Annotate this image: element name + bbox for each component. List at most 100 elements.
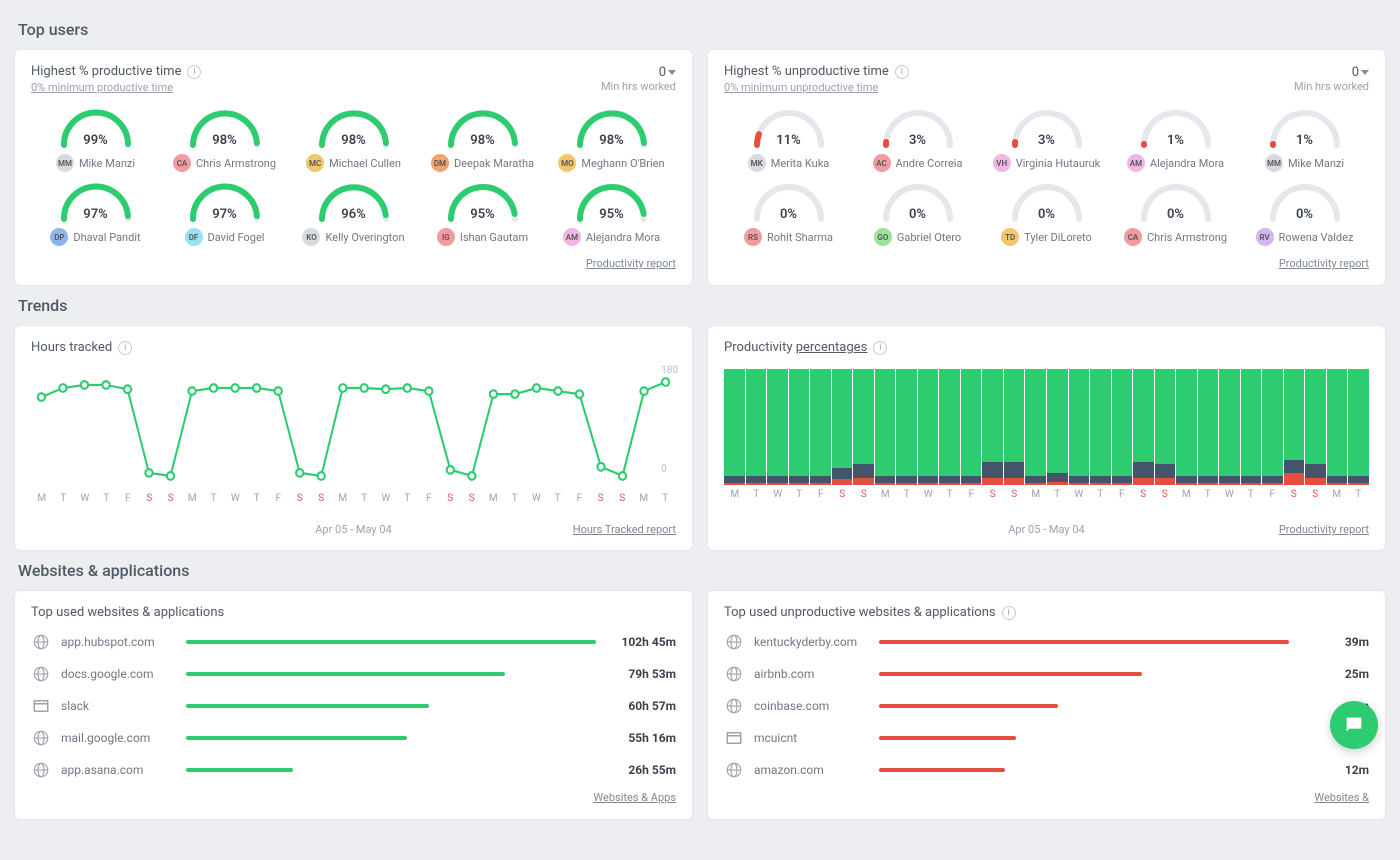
app-row[interactable]: docs.google.com 79h 53m [31,664,676,684]
gauge-percent: 0% [1010,207,1084,222]
gauge-user[interactable]: RV Rowena Valdez [1256,228,1354,246]
gauge: 11% [752,108,826,148]
day-tick: T [746,489,768,500]
day-tick: M [1025,489,1047,500]
hours-tracked-report-link[interactable]: Hours Tracked report [573,523,676,536]
gauge-cell: 97% DP Dhaval Pandit [31,182,160,246]
globe-icon [31,632,51,652]
gauge-user[interactable]: CA Chris Armstrong [1124,228,1227,246]
gauge: 97% [188,182,262,222]
gauge: 0% [1139,182,1213,222]
gauge-user[interactable]: GO Gabriel Otero [874,228,961,246]
app-name: airbnb.com [754,667,869,681]
gauge-user[interactable]: KO Kelly Overington [302,228,404,246]
min-hours-dropdown[interactable]: 0 [659,65,676,80]
stacked-column [1069,369,1090,485]
user-name: Rowena Valdez [1279,231,1354,244]
app-row[interactable]: amazon.com 12m [724,760,1369,780]
gauge-cell: 1% AM Alejandra Mora [1111,108,1240,172]
stacked-column [939,369,960,485]
gauge-user[interactable]: MK Merita Kuka [748,154,830,172]
gauge-user[interactable]: CA Chris Armstrong [173,154,276,172]
gauge-user[interactable]: RS Rohit Sharma [744,228,833,246]
card-hours-tracked: Hours tracked i 180 0 MTWTFSSMTWTFSSMTWT… [14,325,693,551]
app-row[interactable]: airbnb.com 25m [724,664,1369,684]
user-name: David Fogel [208,231,265,244]
gauge-user[interactable]: AM Alejandra Mora [563,228,660,246]
gauge-user[interactable]: DP Dhaval Pandit [50,228,140,246]
gauge-user[interactable]: VH Virginia Hutauruk [993,154,1101,172]
day-tick: S [1133,489,1155,500]
gauge-percent: 3% [1010,133,1084,148]
gauge-user[interactable]: DM Deepak Maratha [431,154,534,172]
avatar: DM [431,154,449,172]
avatar: RS [744,228,762,246]
card-title: Top used unproductive websites & applica… [724,605,996,620]
gauge-user[interactable]: MO Meghann O'Brien [558,154,664,172]
chat-fab[interactable] [1330,701,1378,749]
app-time: 79h 53m [606,667,676,681]
app-row[interactable]: app.asana.com 26h 55m [31,760,676,780]
x-axis-days: MTWTFSSMTWTFSSMTWTFSSMTWTFSSMT [31,493,676,504]
day-tick: T [789,489,811,500]
day-tick: F [569,493,591,504]
app-row[interactable]: kentuckyderby.com 39m [724,632,1369,652]
card-title: Highest % unproductive time [724,64,889,79]
stacked-column [724,369,745,485]
stacked-column [875,369,896,485]
app-name: slack [61,699,176,713]
gauge-cell: 95% AM Alejandra Mora [547,182,676,246]
gauge-cell: 0% GO Gabriel Otero [853,182,982,246]
day-tick: T [1047,489,1069,500]
gauge-user[interactable]: MM Mike Manzi [56,154,135,172]
app-name: mcuicnt [754,731,869,745]
stacked-column [767,369,788,485]
info-icon[interactable]: i [895,65,909,79]
info-icon[interactable]: i [1002,606,1016,620]
gauge: 1% [1268,108,1342,148]
productivity-report-link[interactable]: Productivity report [1279,257,1369,270]
min-hrs-label: Min hrs worked [601,80,676,93]
apps-list: app.hubspot.com 102h 45m docs.google.com… [31,632,676,780]
app-row[interactable]: mail.google.com 55h 16m [31,728,676,748]
stacked-column [918,369,939,485]
gauge-percent: 95% [446,207,520,222]
gauge-percent: 97% [59,207,133,222]
gauge-user[interactable]: TD Tyler DiLoreto [1001,228,1092,246]
app-row[interactable]: slack 60h 57m [31,696,676,716]
gauge-user[interactable]: IG Ishan Gautam [437,228,528,246]
app-row[interactable]: app.hubspot.com 102h 45m [31,632,676,652]
app-row[interactable]: coinbase.com 17m [724,696,1369,716]
gauge-user[interactable]: MC Michael Cullen [306,154,401,172]
app-row[interactable]: mcuicnt 13m [724,728,1369,748]
productivity-report-link[interactable]: Productivity report [1279,523,1369,536]
info-icon[interactable]: i [118,341,132,355]
gauge-user[interactable]: AC Andre Correia [873,154,963,172]
gauge-cell: 99% MM Mike Manzi [31,108,160,172]
app-bar [879,704,1289,708]
stacked-column [1112,369,1133,485]
min-productive-link[interactable]: 0% minimum productive time [31,81,201,94]
user-name: Merita Kuka [771,157,830,170]
app-time: 55h 16m [606,731,676,745]
user-name: Gabriel Otero [897,231,961,244]
info-icon[interactable]: i [873,341,887,355]
user-name: Chris Armstrong [1147,231,1227,244]
gauge-user[interactable]: MM Mike Manzi [1265,154,1344,172]
day-tick: T [896,489,918,500]
min-unproductive-link[interactable]: 0% minimum unproductive time [724,81,909,94]
websites-apps-link[interactable]: Websites & [1314,791,1369,804]
productivity-report-link[interactable]: Productivity report [586,257,676,270]
websites-apps-link[interactable]: Websites & Apps [593,791,676,804]
avatar: AM [563,228,581,246]
app-name: kentuckyderby.com [754,635,869,649]
gauge-user[interactable]: DF David Fogel [185,228,265,246]
avatar: MK [748,154,766,172]
gauge-cell: 3% AC Andre Correia [853,108,982,172]
app-bar [186,672,596,676]
gauge: 98% [188,108,262,148]
info-icon[interactable]: i [187,65,201,79]
min-hours-dropdown[interactable]: 0 [1352,65,1369,80]
gauge-user[interactable]: AM Alejandra Mora [1127,154,1224,172]
avatar: MC [306,154,324,172]
